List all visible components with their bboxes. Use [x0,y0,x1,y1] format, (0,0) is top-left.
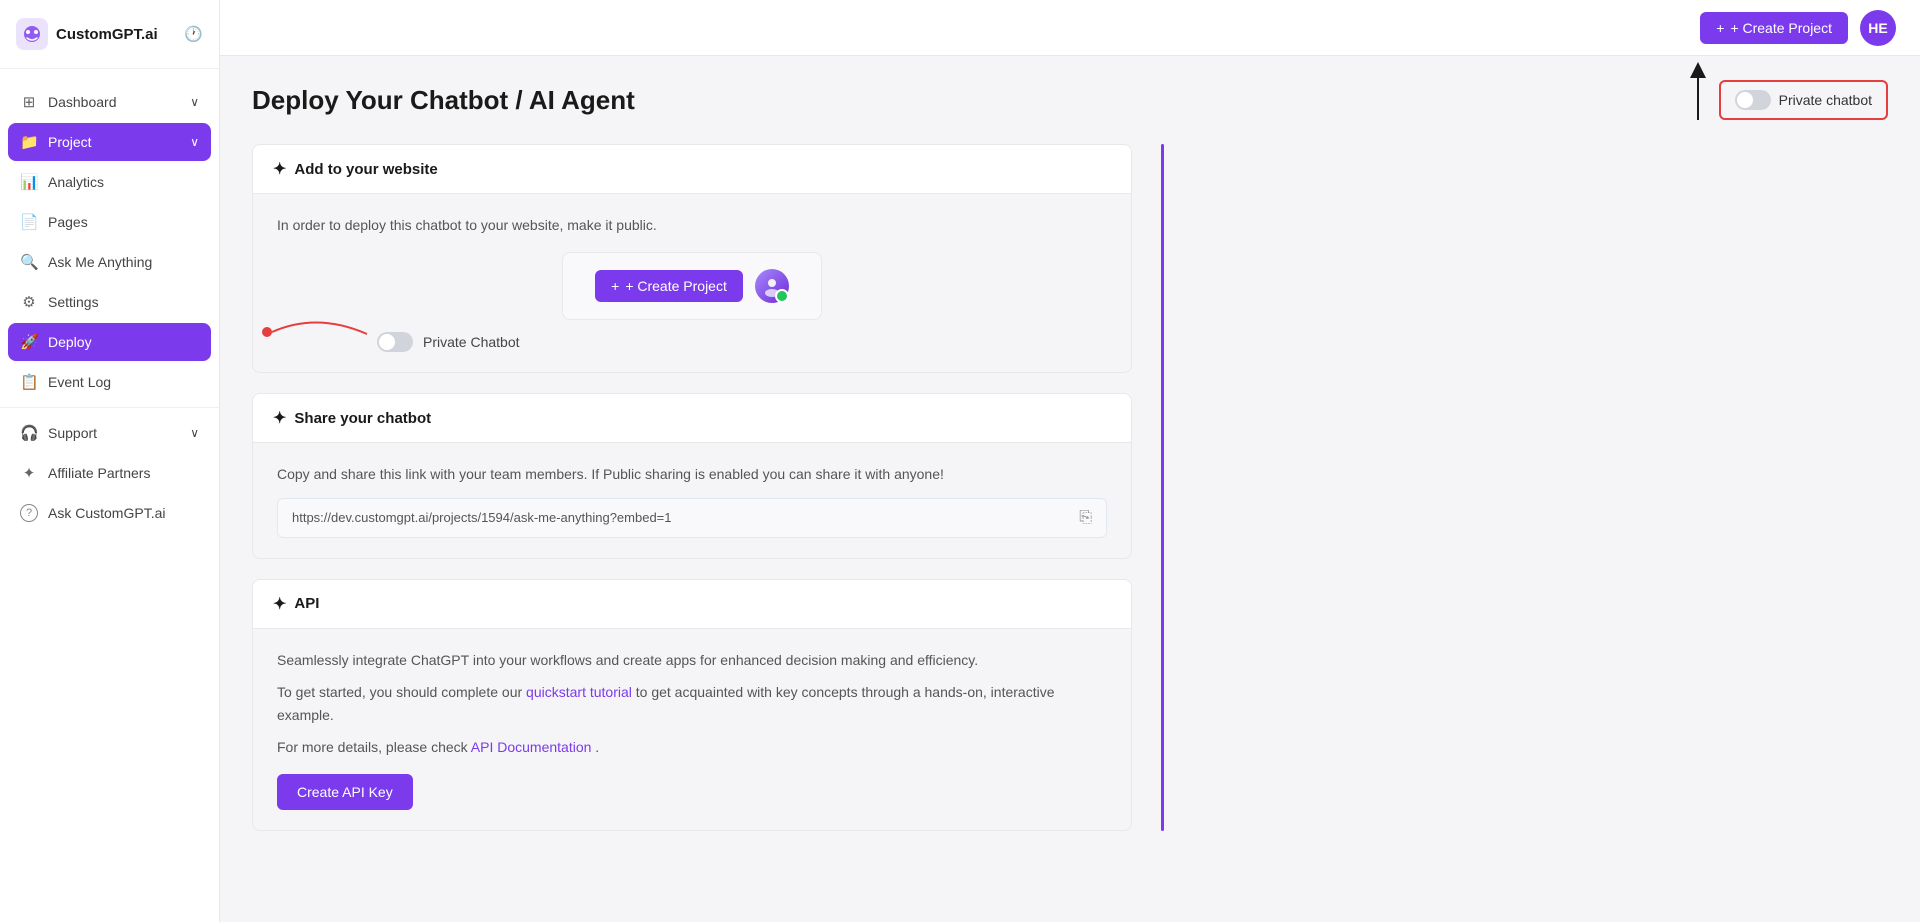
sidebar-nav: ⊞ Dashboard ∨ 📁 Project ∨ 📊 Analytics 📄 … [0,69,219,922]
preview-create-project-label: + Create Project [625,278,727,294]
section-private-chatbot-toggle[interactable] [377,332,413,352]
sidebar-item-label: Affiliate Partners [48,465,150,481]
sparkle-icon-api: ✦ [273,594,286,614]
sidebar-item-label: Event Log [48,374,111,390]
sidebar-item-label: Project [48,134,92,150]
event-log-icon: 📋 [20,373,38,391]
sidebar-item-label: Pages [48,214,88,230]
header-right-area: Private chatbot [1719,80,1888,120]
create-project-label: + Create Project [1730,20,1832,36]
logo-icon [16,18,48,50]
affiliate-icon: ✦ [20,464,38,482]
settings-icon: ⚙ [20,293,38,311]
add-to-website-desc: In order to deploy this chatbot to your … [277,214,1107,236]
section-title-add-to-website: Add to your website [294,161,437,178]
chevron-down-icon: ∨ [190,95,199,109]
sidebar-item-label: Dashboard [48,94,117,110]
private-chatbot-label: Private chatbot [1779,92,1872,108]
section-add-to-website: ✦ Add to your website In order to deploy… [252,144,1132,373]
sidebar-item-label: Ask CustomGPT.ai [48,505,165,521]
section-body-add-to-website: In order to deploy this chatbot to your … [253,194,1131,372]
main-content: + + Create Project HE Deploy Your Chatbo… [220,0,1920,922]
avatar-person-icon [761,275,783,297]
topbar: + + Create Project HE [220,0,1920,56]
avatar-initials: HE [1868,20,1887,36]
api-docs-link[interactable]: API Documentation [471,739,592,755]
preview-create-project-btn[interactable]: + + Create Project [595,270,743,302]
sidebar-item-pages[interactable]: 📄 Pages [8,203,211,241]
page-header: Deploy Your Chatbot / AI Agent Private c… [252,80,1888,120]
section-header-api: ✦ API [253,580,1131,629]
private-chatbot-toggle-row: Private Chatbot [277,332,1107,352]
quickstart-tutorial-link[interactable]: quickstart tutorial [526,684,632,700]
share-desc: Copy and share this link with your team … [277,463,1107,485]
user-avatar-preview [755,269,789,303]
sidebar-item-event-log[interactable]: 📋 Event Log [8,363,211,401]
sidebar-item-label: Deploy [48,334,92,350]
content-scroll: Deploy Your Chatbot / AI Agent Private c… [220,56,1920,922]
sidebar-item-dashboard[interactable]: ⊞ Dashboard ∨ [8,83,211,121]
section-title-share: Share your chatbot [294,410,431,427]
sparkle-icon-share: ✦ [273,408,286,428]
section-title-api: API [294,595,319,612]
search-icon: 🔍 [20,253,38,271]
section-share-chatbot: ✦ Share your chatbot Copy and share this… [252,393,1132,558]
sidebar-item-label: Support [48,425,97,441]
sidebar-item-project[interactable]: 📁 Project ∨ [8,123,211,161]
create-api-btn-label: Create API Key [297,784,393,800]
sparkle-icon: ✦ [273,159,286,179]
sidebar-item-deploy[interactable]: 🚀 Deploy [8,323,211,361]
app-name: CustomGPT.ai [56,26,158,43]
create-project-button[interactable]: + + Create Project [1700,12,1848,44]
project-icon: 📁 [20,133,38,151]
analytics-icon: 📊 [20,173,38,191]
sidebar-item-label: Settings [48,294,99,310]
sidebar-item-ask-me-anything[interactable]: 🔍 Ask Me Anything [8,243,211,281]
share-link-container: https://dev.customgpt.ai/projects/1594/a… [277,498,1107,538]
private-chatbot-header-toggle[interactable]: Private chatbot [1719,80,1888,120]
page-title: Deploy Your Chatbot / AI Agent [252,85,635,116]
api-desc-1: Seamlessly integrate ChatGPT into your w… [277,649,1107,671]
api-desc-4: For more details, please check API Docum… [277,736,1107,758]
share-url: https://dev.customgpt.ai/projects/1594/a… [292,510,1079,525]
preview-plus-icon: + [611,278,619,294]
api-desc-2: To get started, you should complete our … [277,681,1107,726]
sidebar-item-label: Analytics [48,174,104,190]
help-icon: ? [20,504,38,522]
section-api: ✦ API Seamlessly integrate ChatGPT into … [252,579,1132,832]
clock-icon[interactable]: 🕐 [184,25,203,43]
pages-icon: 📄 [20,213,38,231]
sidebar: CustomGPT.ai 🕐 ⊞ Dashboard ∨ 📁 Project ∨… [0,0,220,922]
plus-icon: + [1716,20,1724,36]
section-private-chatbot-label: Private Chatbot [423,334,520,350]
user-avatar-button[interactable]: HE [1860,10,1896,46]
app-logo: CustomGPT.ai 🕐 [0,0,219,69]
sidebar-item-affiliate[interactable]: ✦ Affiliate Partners [8,454,211,492]
chevron-down-icon: ∨ [190,426,199,440]
section-header-add-to-website: ✦ Add to your website [253,145,1131,194]
dashboard-icon: ⊞ [20,93,38,111]
deploy-preview-card: + + Create Project [562,252,822,320]
sidebar-item-settings[interactable]: ⚙ Settings [8,283,211,321]
support-icon: 🎧 [20,424,38,442]
sidebar-item-support[interactable]: 🎧 Support ∨ [8,414,211,452]
sidebar-item-ask-customgpt[interactable]: ? Ask CustomGPT.ai [8,494,211,532]
sidebar-item-analytics[interactable]: 📊 Analytics [8,163,211,201]
copy-icon[interactable]: ⎘ [1079,509,1092,527]
section-header-share: ✦ Share your chatbot [253,394,1131,443]
deploy-icon: 🚀 [20,333,38,351]
sidebar-item-label: Ask Me Anything [48,254,152,270]
section-body-share: Copy and share this link with your team … [253,443,1131,557]
section-body-api: Seamlessly integrate ChatGPT into your w… [253,629,1131,831]
create-api-key-button[interactable]: Create API Key [277,774,413,810]
private-chatbot-toggle[interactable] [1735,90,1771,110]
chevron-down-icon: ∨ [190,135,199,149]
vertical-divider [1161,144,1164,831]
